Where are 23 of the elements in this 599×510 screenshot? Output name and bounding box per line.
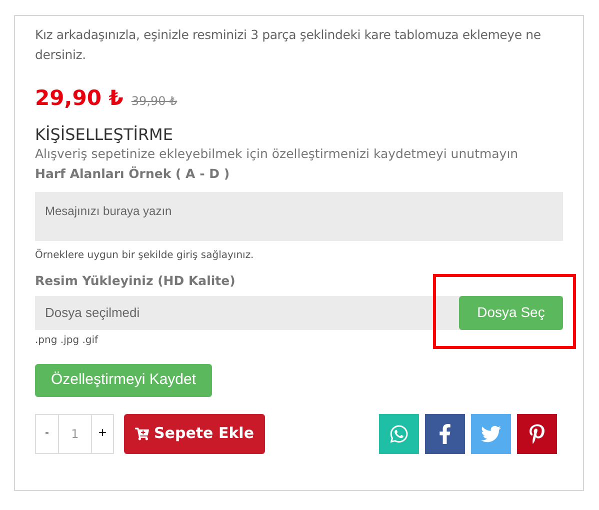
file-input[interactable]: Dosya seçilmedi Dosya Seç: [35, 296, 563, 330]
current-price: 29,90 ₺: [35, 85, 124, 112]
pinterest-share-button[interactable]: [517, 414, 557, 454]
message-field[interactable]: Mesajınızı buraya yazın: [35, 192, 563, 240]
pinterest-icon: [527, 424, 547, 444]
file-formats: .png .jpg .gif: [35, 334, 100, 348]
quantity-field[interactable]: 1: [59, 414, 91, 454]
increase-button[interactable]: +: [91, 414, 114, 454]
decrease-button[interactable]: -: [35, 414, 59, 454]
section-subtitle: Alışveriş sepetinize ekleyebilmek için özelleştirmenizi kaydetmeyi unutmayın: [35, 144, 520, 162]
twitter-icon: [481, 424, 501, 444]
section-title: KİŞİSELLEŞTİRME: [35, 124, 174, 144]
add-to-cart-button[interactable]: Sepete Ekle: [124, 414, 265, 454]
field-label: Harf Alanları Örnek ( A - D ): [35, 164, 231, 182]
product-description: Kız arkadaşınızla, eşinizle resminizi 3 parça şeklindeki kare tablomuza eklemeye ne dersiniz.: [35, 26, 542, 64]
facebook-share-button[interactable]: [425, 414, 465, 454]
upload-label: Resim Yükleyiniz (HD Kalite): [35, 272, 236, 290]
save-button[interactable]: Özelleştirmeyi Kaydet: [35, 364, 212, 396]
old-price: 39,90 ₺: [131, 93, 178, 110]
whatsapp-icon: [389, 424, 409, 444]
choose-file-button[interactable]: Dosya Seç: [459, 296, 563, 330]
field-hint: Örneklere uygun bir şekilde giriş sağlayınız.: [35, 248, 255, 262]
cart-icon: [135, 426, 149, 440]
